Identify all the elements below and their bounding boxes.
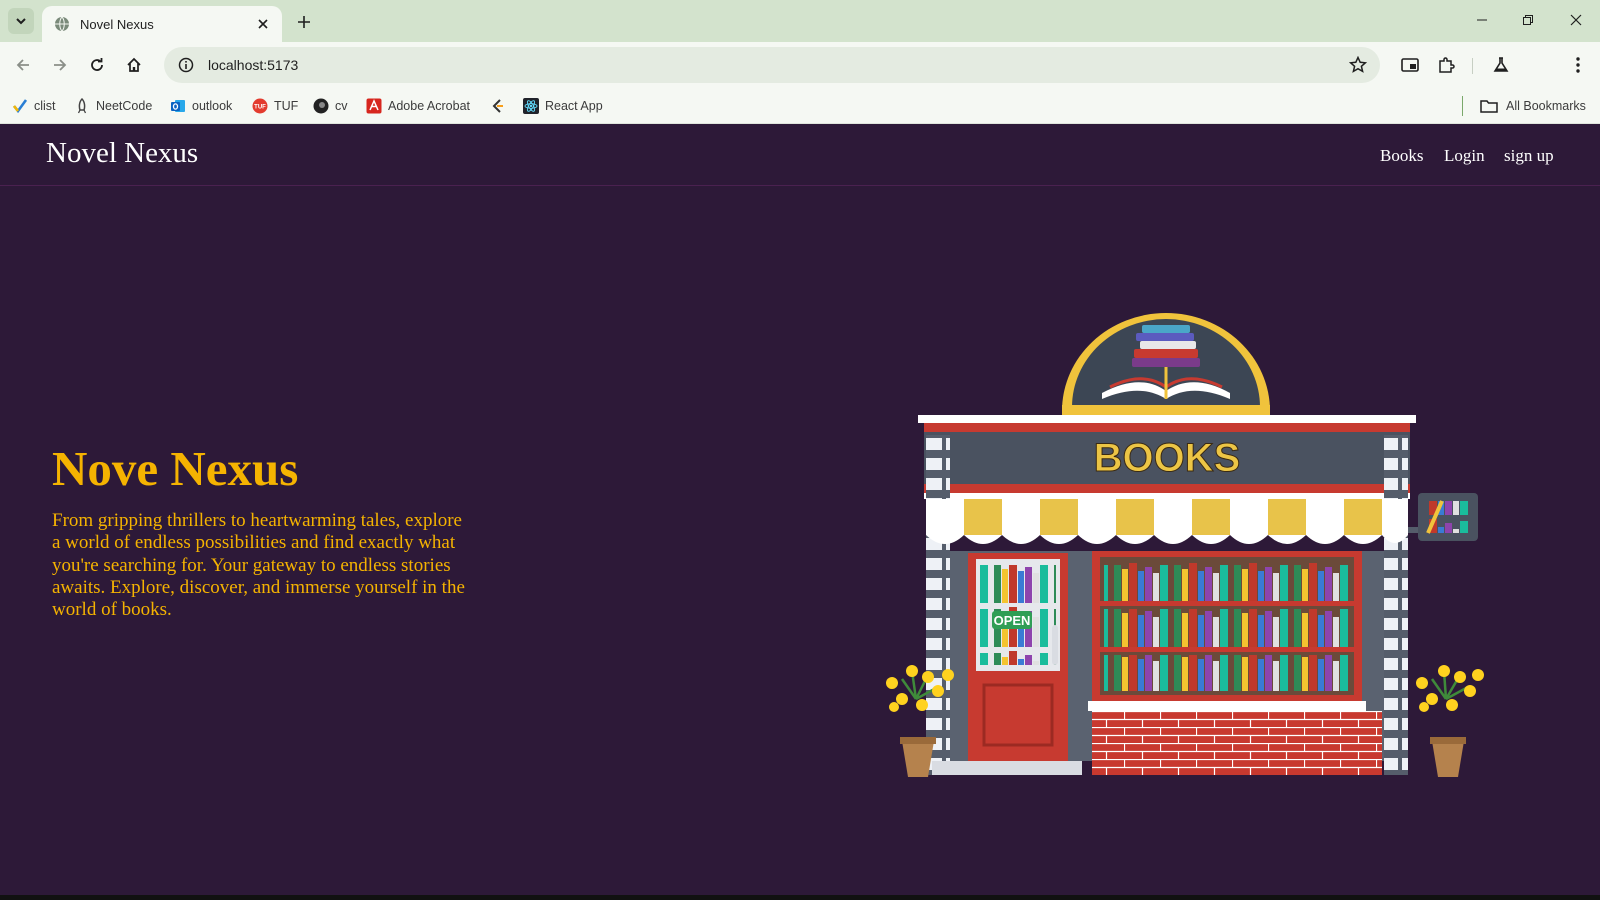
flower-pot-right xyxy=(1416,665,1484,777)
reload-icon xyxy=(91,58,103,71)
react-icon xyxy=(523,98,539,114)
puzzle-icon xyxy=(1439,57,1455,73)
nav-login-link[interactable]: Login xyxy=(1444,146,1485,166)
right-pillar xyxy=(1384,435,1408,775)
bookmark-star-button[interactable] xyxy=(1348,55,1368,75)
open-sign-text: OPEN xyxy=(994,613,1031,628)
profile-avatar[interactable] xyxy=(1526,53,1550,77)
hero-title: Nove Nexus xyxy=(52,441,299,496)
tab-strip: Novel Nexus xyxy=(0,0,1600,42)
restore-icon xyxy=(1523,15,1533,25)
nav-books-link[interactable]: Books xyxy=(1380,146,1423,166)
reload-button[interactable] xyxy=(83,51,111,79)
chevron-down-icon xyxy=(16,18,26,25)
folder-icon xyxy=(1480,100,1498,113)
bookmark-label: clist xyxy=(34,99,56,113)
close-window-button[interactable] xyxy=(1560,6,1592,34)
bookmark-tuf[interactable]: TUF TUF xyxy=(252,96,298,116)
plus-icon xyxy=(298,16,310,28)
browser-toolbar: localhost:5173 xyxy=(0,42,1600,88)
picture-in-picture-button[interactable] xyxy=(1396,51,1424,79)
toolbar-divider xyxy=(1472,58,1473,74)
sign-text: BOOKS xyxy=(1094,436,1241,480)
shop-door: OPEN xyxy=(968,553,1068,763)
close-icon xyxy=(258,19,268,29)
dome-sign xyxy=(1062,313,1270,415)
acrobat-icon xyxy=(366,98,382,114)
all-bookmarks-label: All Bookmarks xyxy=(1506,99,1586,113)
nav-signup-link[interactable]: sign up xyxy=(1504,146,1554,166)
bookmark-label: NeetCode xyxy=(96,99,153,113)
back-button[interactable] xyxy=(9,51,37,79)
info-icon xyxy=(178,57,194,73)
clist-icon xyxy=(12,99,28,114)
extensions-button[interactable] xyxy=(1432,51,1460,79)
bookmark-label: React App xyxy=(545,99,603,113)
address-bar[interactable]: localhost:5173 xyxy=(164,47,1380,83)
tuf-icon: TUF xyxy=(252,98,268,114)
forward-button[interactable] xyxy=(46,51,74,79)
bookmark-cv[interactable]: cv xyxy=(313,96,348,116)
cv-icon xyxy=(313,98,329,114)
site-info-button[interactable] xyxy=(176,55,196,75)
bookmark-label: outlook xyxy=(192,99,233,113)
arrow-left-icon xyxy=(16,59,29,71)
bookmark-leetcode[interactable] xyxy=(490,96,512,116)
bookmarks-bar: clist NeetCode outlook TUF TUF cv Adobe … xyxy=(0,88,1600,124)
door-step xyxy=(932,761,1082,775)
url-text[interactable]: localhost:5173 xyxy=(208,57,298,73)
new-tab-button[interactable] xyxy=(292,10,316,34)
bookmark-adobe-acrobat[interactable]: Adobe Acrobat xyxy=(366,96,470,116)
minimize-icon xyxy=(1477,19,1487,21)
roof-cornice xyxy=(918,415,1416,423)
left-pillar xyxy=(926,435,950,775)
display-window xyxy=(1088,551,1366,711)
window-bottom-edge xyxy=(0,895,1600,900)
flask-icon xyxy=(1493,57,1509,72)
more-vertical-icon xyxy=(1576,57,1580,73)
site-header: Novel Nexus Books Login sign up xyxy=(0,125,1600,186)
home-button[interactable] xyxy=(120,51,148,79)
all-bookmarks-button[interactable]: All Bookmarks xyxy=(1480,96,1586,116)
close-icon xyxy=(1570,14,1582,26)
awning xyxy=(926,499,1408,544)
bookmark-label: Adobe Acrobat xyxy=(388,99,471,113)
bookmark-label: TUF xyxy=(274,99,299,113)
bookmark-outlook[interactable]: outlook xyxy=(170,96,232,116)
arrow-right-icon xyxy=(54,59,67,71)
labs-button[interactable] xyxy=(1487,51,1515,79)
bookmarks-divider xyxy=(1462,96,1463,116)
hero-description: From gripping thrillers to heartwarming … xyxy=(52,510,465,621)
globe-icon xyxy=(55,16,69,32)
minimize-button[interactable] xyxy=(1466,6,1498,34)
star-icon xyxy=(1349,56,1367,73)
svg-text:TUF: TUF xyxy=(254,105,266,111)
browser-tab[interactable]: Novel Nexus xyxy=(42,6,282,42)
bookmark-neetcode[interactable]: NeetCode xyxy=(74,96,152,116)
close-tab-button[interactable] xyxy=(254,15,272,33)
bookmark-react-app[interactable]: React App xyxy=(523,96,603,116)
bookmark-label: cv xyxy=(335,99,348,113)
restore-button[interactable] xyxy=(1512,6,1544,34)
tab-title: Novel Nexus xyxy=(80,16,154,32)
neetcode-icon xyxy=(77,98,87,114)
site-logo[interactable]: Novel Nexus xyxy=(46,137,198,170)
picture-in-picture-icon xyxy=(1401,58,1419,72)
browser-menu-button[interactable] xyxy=(1564,51,1592,79)
bookmark-clist[interactable]: clist xyxy=(12,96,56,116)
home-icon xyxy=(127,57,141,72)
leetcode-icon xyxy=(492,99,503,113)
tab-search-button[interactable] xyxy=(8,8,34,34)
brick-wall xyxy=(1092,711,1382,775)
bookstore-illustration: BOOKS OPEN xyxy=(886,313,1484,777)
outlook-icon xyxy=(171,100,185,112)
hanging-sign xyxy=(1408,493,1478,541)
page-content: Novel Nexus Books Login sign up Nove Nex… xyxy=(0,125,1600,895)
